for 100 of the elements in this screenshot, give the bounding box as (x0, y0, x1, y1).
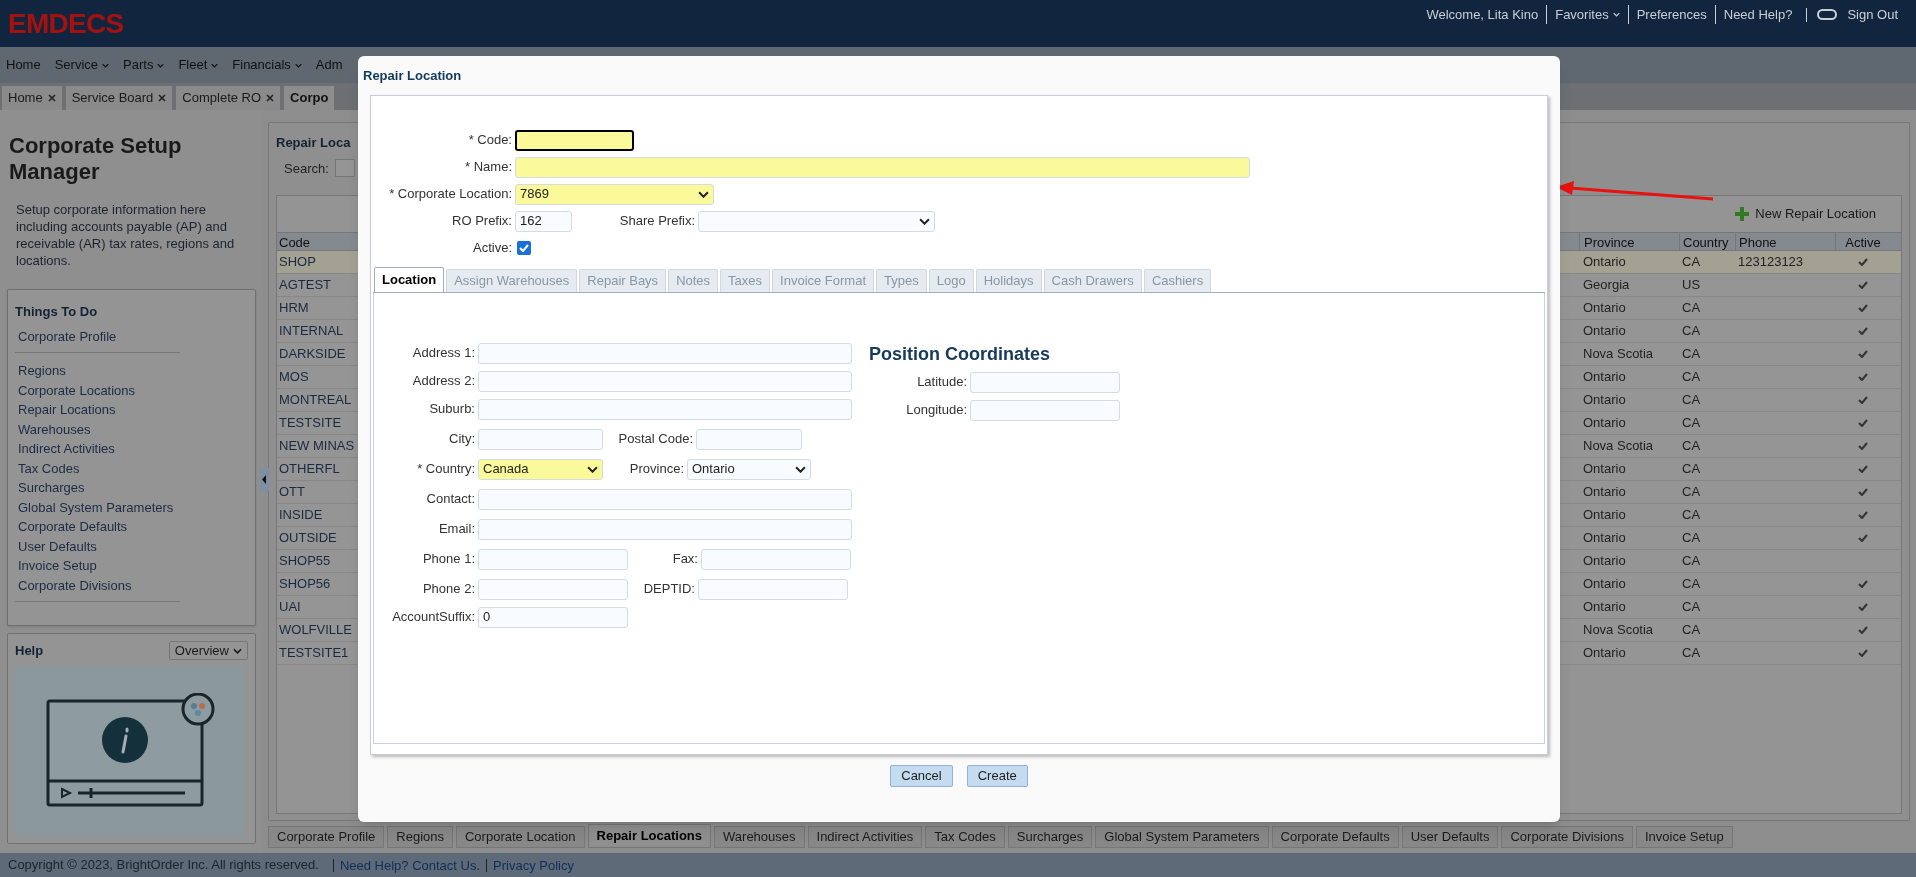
bottom-tab[interactable]: Repair Locations (587, 824, 712, 848)
column-header: Code (279, 235, 311, 250)
nav-menu-item[interactable]: Fleet (178, 55, 219, 75)
table-cell-text: CA (1681, 506, 1702, 525)
dialog-tab[interactable]: Assign Warehouses (446, 268, 578, 292)
nav-menu-item[interactable]: Financials (232, 55, 302, 75)
table-cell: HRM (279, 300, 309, 316)
dialog-button[interactable]: Cancel (890, 764, 953, 787)
sidebar-link[interactable]: Indirect Activities (18, 439, 180, 459)
plus-icon (1734, 206, 1751, 222)
dialog-button[interactable]: Create (966, 764, 1028, 787)
header-link[interactable]: Sign Out (1847, 4, 1906, 25)
dialog-tab[interactable]: Holidays (975, 268, 1042, 292)
bottom-tab[interactable]: Invoice Setup (1635, 826, 1733, 848)
page-tab[interactable]: Corpo (284, 86, 335, 110)
close-icon[interactable] (158, 94, 167, 102)
table-cell-text: US (1681, 276, 1702, 295)
table-cell-text: Ontario (1582, 644, 1627, 663)
bottom-tab[interactable]: Warehouses (714, 826, 805, 848)
text-field[interactable]: 0 (478, 606, 628, 628)
nav-menu-item[interactable]: Parts (123, 55, 165, 75)
bottom-tab[interactable]: User Defaults (1401, 826, 1499, 848)
dialog-tab[interactable]: Types (876, 268, 927, 292)
toggle-icon[interactable] (1817, 9, 1838, 20)
sidebar-link[interactable]: Corporate Divisions (18, 575, 180, 595)
sidebar-link[interactable]: Corporate Defaults (18, 517, 180, 537)
sidebar-link[interactable]: Corporate Profile (18, 326, 180, 346)
sidebar-link[interactable]: Regions (18, 361, 180, 381)
field-label: Address 1: (411, 344, 476, 363)
checkbox[interactable] (517, 241, 531, 255)
nav-menu-item[interactable]: Adm (315, 55, 343, 75)
help-dropdown[interactable]: Overview (168, 641, 248, 661)
new-repair-location-button[interactable]: New Repair Location (1734, 204, 1876, 224)
field-label: Phone 2: (421, 580, 476, 599)
dialog-tab[interactable]: Invoice Format (772, 268, 875, 292)
panel-title: Things To Do (15, 303, 99, 321)
bottom-tab[interactable]: Indirect Activities (807, 826, 923, 848)
sidebar-link[interactable]: Warehouses (18, 419, 180, 439)
field-label: Phone 1: (421, 550, 476, 569)
dialog-tab[interactable]: Repair Bays (579, 268, 667, 292)
footer-link[interactable]: Privacy Policy (486, 858, 580, 872)
bottom-tab[interactable]: Tax Codes (925, 826, 1005, 848)
caret-icon (233, 647, 242, 654)
column-header: Active (1835, 233, 1890, 250)
dialog-tab[interactable]: Taxes (720, 268, 771, 292)
nav-menu-item[interactable]: Home (6, 55, 41, 75)
panel-title: Repair Loca (276, 134, 351, 152)
sidebar-link[interactable]: Repair Locations (18, 400, 180, 420)
table-cell-text: Nova Scotia (1582, 345, 1655, 364)
page-tab[interactable]: Home (2, 86, 62, 110)
header-link[interactable]: Need Help? (1714, 4, 1801, 25)
dialog-tab[interactable]: Cash Drawers (1043, 268, 1142, 292)
field-label: Postal Code: (617, 430, 694, 449)
header-link[interactable]: Favorites (1546, 4, 1628, 25)
bottom-tab[interactable]: Corporate Defaults (1271, 826, 1399, 848)
table-cell: OTHERFL (279, 461, 340, 477)
sidebar-link[interactable]: Tax Codes (18, 458, 180, 478)
bottom-tab[interactable]: Regions (387, 826, 453, 848)
dialog-tab[interactable]: Notes (668, 268, 719, 292)
dialog-tab[interactable]: Logo (928, 268, 974, 292)
bottom-tab[interactable]: Corporate Profile (268, 826, 385, 848)
page-tab[interactable]: Complete RO (176, 86, 281, 110)
table-cell-text: CA (1681, 437, 1702, 456)
page-tab[interactable]: Service Board (65, 86, 173, 110)
bottom-tab[interactable]: Surcharges (1007, 826, 1093, 848)
close-icon[interactable] (266, 94, 275, 102)
table-cell: INSIDE (279, 507, 323, 523)
header-link[interactable]: Preferences (1627, 4, 1715, 25)
dialog-tab[interactable]: Cashiers (1143, 268, 1212, 292)
field-value: 0 (483, 608, 491, 627)
sidebar-link[interactable]: Surcharges (18, 478, 180, 498)
table-cell: SHOP56 (279, 576, 331, 592)
dialog-title: Repair Location (363, 67, 463, 85)
text-field[interactable] (515, 129, 634, 151)
check-icon (519, 244, 529, 252)
select-field[interactable]: Ontario (687, 458, 811, 480)
column-header: Country (1679, 233, 1735, 250)
select-field[interactable] (698, 210, 935, 232)
sidebar-link[interactable]: Invoice Setup (18, 556, 180, 576)
sidebar-link[interactable]: Corporate Locations (18, 380, 180, 400)
bottom-tab[interactable]: Corporate Location (456, 826, 585, 848)
nav-menu-item[interactable]: Service (54, 55, 110, 75)
table-cell: OUTSIDE (279, 530, 337, 546)
bottom-tab[interactable]: Corporate Divisions (1501, 826, 1633, 848)
collapse-handle-icon[interactable] (260, 468, 269, 491)
text-field[interactable]: 162 (515, 210, 572, 232)
table-cell-text: CA (1681, 414, 1702, 433)
sidebar-link[interactable]: Global System Parameters (18, 497, 180, 517)
search-field[interactable] (334, 159, 355, 178)
select-field[interactable]: Canada (478, 458, 603, 480)
dialog-tab[interactable]: Location (374, 266, 445, 292)
caret-icon (795, 465, 806, 473)
bottom-tab[interactable]: Global System Parameters (1095, 826, 1269, 848)
table-cell-text: CA (1681, 483, 1702, 502)
field-label: Contact: (425, 490, 476, 509)
sidebar-link[interactable]: User Defaults (18, 536, 180, 556)
footer-link[interactable]: Need Help? Contact Us. (332, 858, 487, 872)
select-field[interactable]: 7869 (515, 183, 714, 205)
close-icon[interactable] (47, 94, 56, 102)
field-label: Share Prefix: (618, 212, 696, 231)
